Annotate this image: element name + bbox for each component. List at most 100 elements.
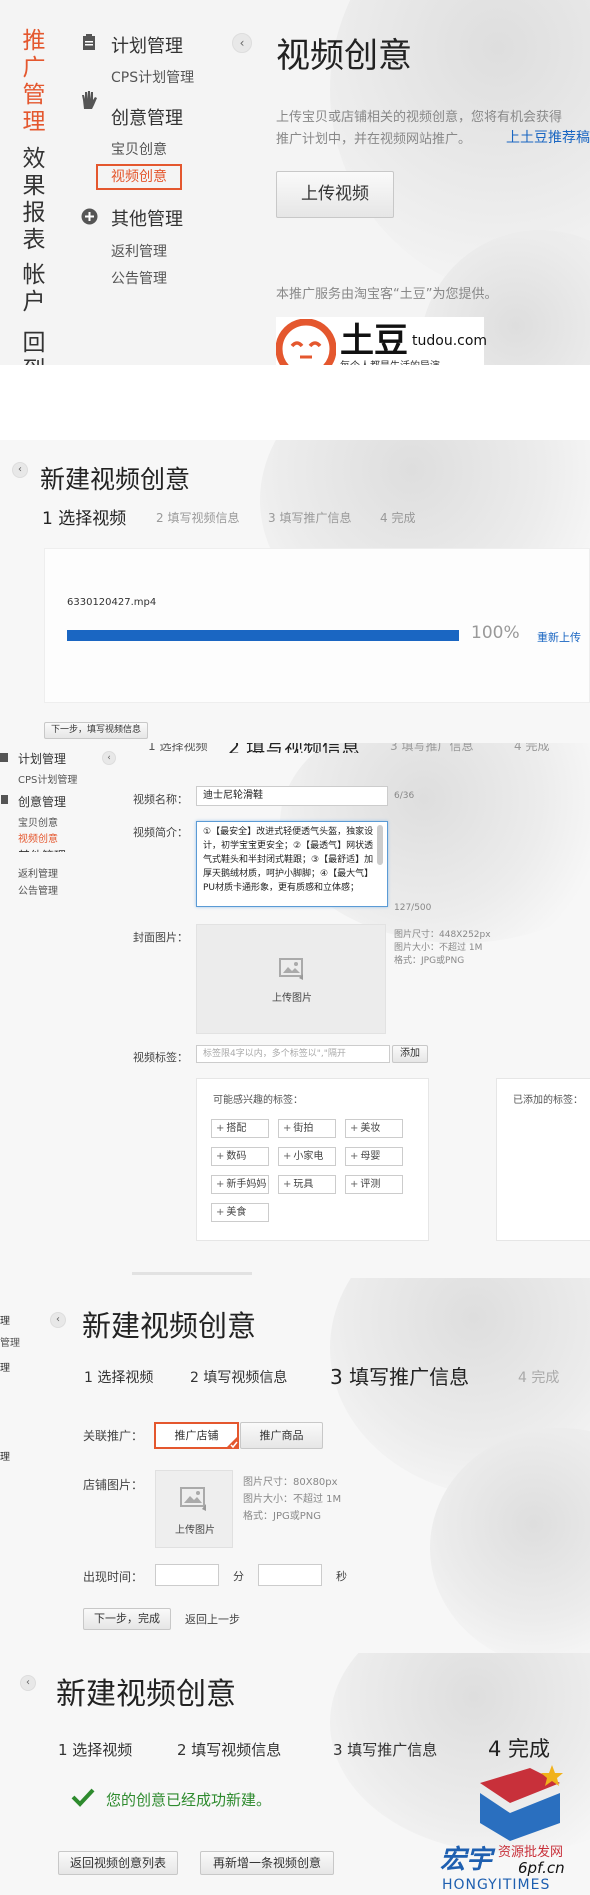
- cover-image-label: 封面图片：: [133, 931, 188, 944]
- wizard-title: 新建视频创意: [40, 465, 191, 494]
- cover-hint-filesize: 图片大小：不超过 1M: [394, 943, 483, 953]
- next-fill-video-info-button[interactable]: 下一步，填写视频信息: [44, 722, 148, 739]
- checkmark-corner-icon: [225, 1435, 239, 1449]
- tag-option[interactable]: + 数码: [211, 1147, 269, 1166]
- appear-time-label: 出现时间：: [83, 1570, 144, 1584]
- top-nav-old-version[interactable]: 回到旧版: [18, 330, 50, 365]
- group-other-management: 其他管理: [111, 209, 183, 230]
- sidebar-item-video-creative[interactable]: 视频创意: [111, 166, 167, 186]
- tag-option[interactable]: + 新手妈妈: [211, 1175, 269, 1194]
- sidebar-item-announcement[interactable]: 公告管理: [18, 882, 58, 897]
- section-step1-select-video: ‹ 新建视频创意 1 选择视频 2 填写视频信息 3 填写推广信息 4 完成 6…: [0, 440, 590, 743]
- description-line-2: 推广计划中，并在视频网站推广。: [276, 132, 472, 147]
- upload-video-button[interactable]: 上传视频: [276, 171, 394, 218]
- video-tags-label: 视频标签：: [133, 1051, 188, 1064]
- add-tag-button[interactable]: 添加: [392, 1045, 428, 1063]
- sidebar-collapse-button[interactable]: ‹: [232, 33, 252, 53]
- step-3: 3 填写推广信息: [330, 1365, 470, 1389]
- back-previous-link[interactable]: 返回上一步: [185, 1611, 240, 1627]
- clipboard-icon: [0, 753, 8, 762]
- tag-option[interactable]: + 美食: [211, 1203, 269, 1222]
- sidebar-item-item-creative[interactable]: 宝贝创意: [111, 139, 167, 159]
- description-line-1: 上传宝贝或店铺相关的视频创意，您将有机会获得: [276, 110, 563, 125]
- tag-option[interactable]: + 搭配: [211, 1119, 269, 1138]
- step-4: 4 完成: [518, 1370, 560, 1386]
- linked-promotion-label: 关联推广：: [83, 1429, 144, 1443]
- success-message: 您的创意已经成功新建。: [106, 1791, 272, 1809]
- step-2: 2 填写视频信息: [228, 743, 360, 753]
- provider-text: 本推广服务由淘宝客“土豆”为您提供。: [276, 287, 498, 302]
- video-name-label: 视频名称：: [133, 793, 188, 806]
- option-promote-item[interactable]: 推广商品: [240, 1422, 323, 1449]
- sidebar-item-rebate[interactable]: 返利管理: [18, 865, 58, 880]
- reupload-link[interactable]: 重新上传: [537, 629, 581, 645]
- success-check-icon: [71, 1788, 95, 1807]
- bottom-divider: [132, 1272, 252, 1275]
- added-tags-title: 已添加的标签：: [513, 1095, 583, 1106]
- sidebar-item-item-creative[interactable]: 宝贝创意: [18, 814, 58, 829]
- group-plan-management: 计划管理: [18, 752, 67, 766]
- cover-hint-format: 格式：JPG或PNG: [394, 956, 465, 966]
- video-desc-count: 127/500: [394, 903, 432, 913]
- sidebar-item-rebate[interactable]: 返利管理: [111, 241, 167, 261]
- shop-img-hint-filesize: 图片大小：不超过 1M: [243, 1494, 342, 1505]
- desc-scrollbar[interactable]: [377, 825, 383, 865]
- top-nav-reports[interactable]: 效果报表: [18, 146, 50, 253]
- progress-track: [67, 630, 459, 641]
- section-video-creative-overview: 推广管理 效果报表 帐户 回到旧版 计划管理 CPS计划管理 创意管理 宝贝创意…: [0, 0, 590, 365]
- tudou-logo-text: 土豆: [340, 321, 408, 361]
- tag-option[interactable]: + 玩具: [278, 1175, 336, 1194]
- back-to-list-button[interactable]: 返回视频创意列表: [58, 1851, 178, 1875]
- file-name: 6330120427.mp4: [67, 597, 157, 608]
- suggested-tags-title: 可能感兴趣的标签：: [213, 1095, 303, 1106]
- top-nav-promotion[interactable]: 推广管理: [18, 28, 50, 135]
- shop-image-upload-box[interactable]: 上传图片: [155, 1470, 233, 1548]
- steps-row-cut: 1 选择视频 2 填写视频信息 3 填写推广信息 4 完成: [132, 743, 590, 753]
- step-1: 1 选择视频: [148, 743, 208, 753]
- add-another-button[interactable]: 再新增一条视频创意: [200, 1851, 334, 1875]
- cover-hint-size: 图片尺寸：448X252px: [394, 930, 491, 940]
- collapse-button[interactable]: ‹: [12, 462, 28, 478]
- tag-option[interactable]: + 美妆: [345, 1119, 403, 1138]
- step-3: 3 填写推广信息: [333, 1741, 438, 1759]
- video-name-input[interactable]: 迪士尼轮滑鞋: [196, 786, 388, 806]
- top-nav-account[interactable]: 帐户: [18, 262, 50, 317]
- group-creative-management: 创意管理: [18, 795, 67, 809]
- tudou-logo-domain: tudou.com: [412, 333, 488, 349]
- recommend-link[interactable]: 上土豆推荐稿: [506, 127, 590, 147]
- tag-option[interactable]: + 母婴: [345, 1147, 403, 1166]
- option-promote-shop-label: 推广店铺: [174, 1429, 219, 1442]
- minute-input[interactable]: [155, 1564, 219, 1586]
- sidebar-item-cps-plan[interactable]: CPS计划管理: [111, 67, 194, 87]
- sidebar-item-cps-plan[interactable]: CPS计划管理: [18, 771, 77, 786]
- image-upload-icon: [279, 958, 303, 980]
- upload-box: 6330120427.mp4 100% 重新上传: [44, 548, 590, 703]
- next-finish-button[interactable]: 下一步，完成: [83, 1608, 171, 1630]
- wizard-title: 新建视频创意: [56, 1677, 236, 1712]
- video-name-count: 6/36: [394, 791, 415, 801]
- video-desc-textarea[interactable]: ①【最安全】改进式轻便透气头盔，独家设计，初学宝宝更安全；②【最透气】网状透气式…: [196, 821, 388, 907]
- collapse-button[interactable]: ‹: [102, 751, 116, 765]
- option-promote-shop[interactable]: 推广店铺: [154, 1422, 239, 1449]
- step-1: 1 选择视频: [84, 1370, 154, 1386]
- watermark-emblem-icon: [480, 1765, 563, 1841]
- step-3: 3 填写推广信息: [390, 743, 474, 753]
- collapse-button[interactable]: ‹: [50, 1312, 66, 1328]
- video-tags-input[interactable]: 标签限4字以内，多个标签以","隔开: [196, 1045, 390, 1063]
- collapse-button[interactable]: ‹: [20, 1675, 36, 1691]
- sidebar-item-video-creative[interactable]: 视频创意: [18, 830, 58, 845]
- second-unit: 秒: [336, 1570, 347, 1583]
- sidebar-fragment: 理: [0, 1452, 10, 1463]
- cover-upload-box[interactable]: 上传图片: [196, 924, 386, 1034]
- tag-option[interactable]: + 评测: [345, 1175, 403, 1194]
- watermark-slogan: HONGYITIMES: [442, 1877, 551, 1893]
- group-other-management: 其他管理: [18, 847, 66, 852]
- sidebar-item-announcement[interactable]: 公告管理: [111, 268, 167, 288]
- cover-upload-text: 上传图片: [272, 993, 312, 1004]
- shop-img-hint-size: 图片尺寸：80X80px: [243, 1477, 338, 1488]
- watermark-brand: 宏宇: [440, 1845, 493, 1875]
- second-input[interactable]: [258, 1564, 322, 1586]
- tag-option[interactable]: + 小家电: [278, 1147, 336, 1166]
- tag-option[interactable]: + 街拍: [278, 1119, 336, 1138]
- shop-image-upload-text: 上传图片: [175, 1525, 215, 1536]
